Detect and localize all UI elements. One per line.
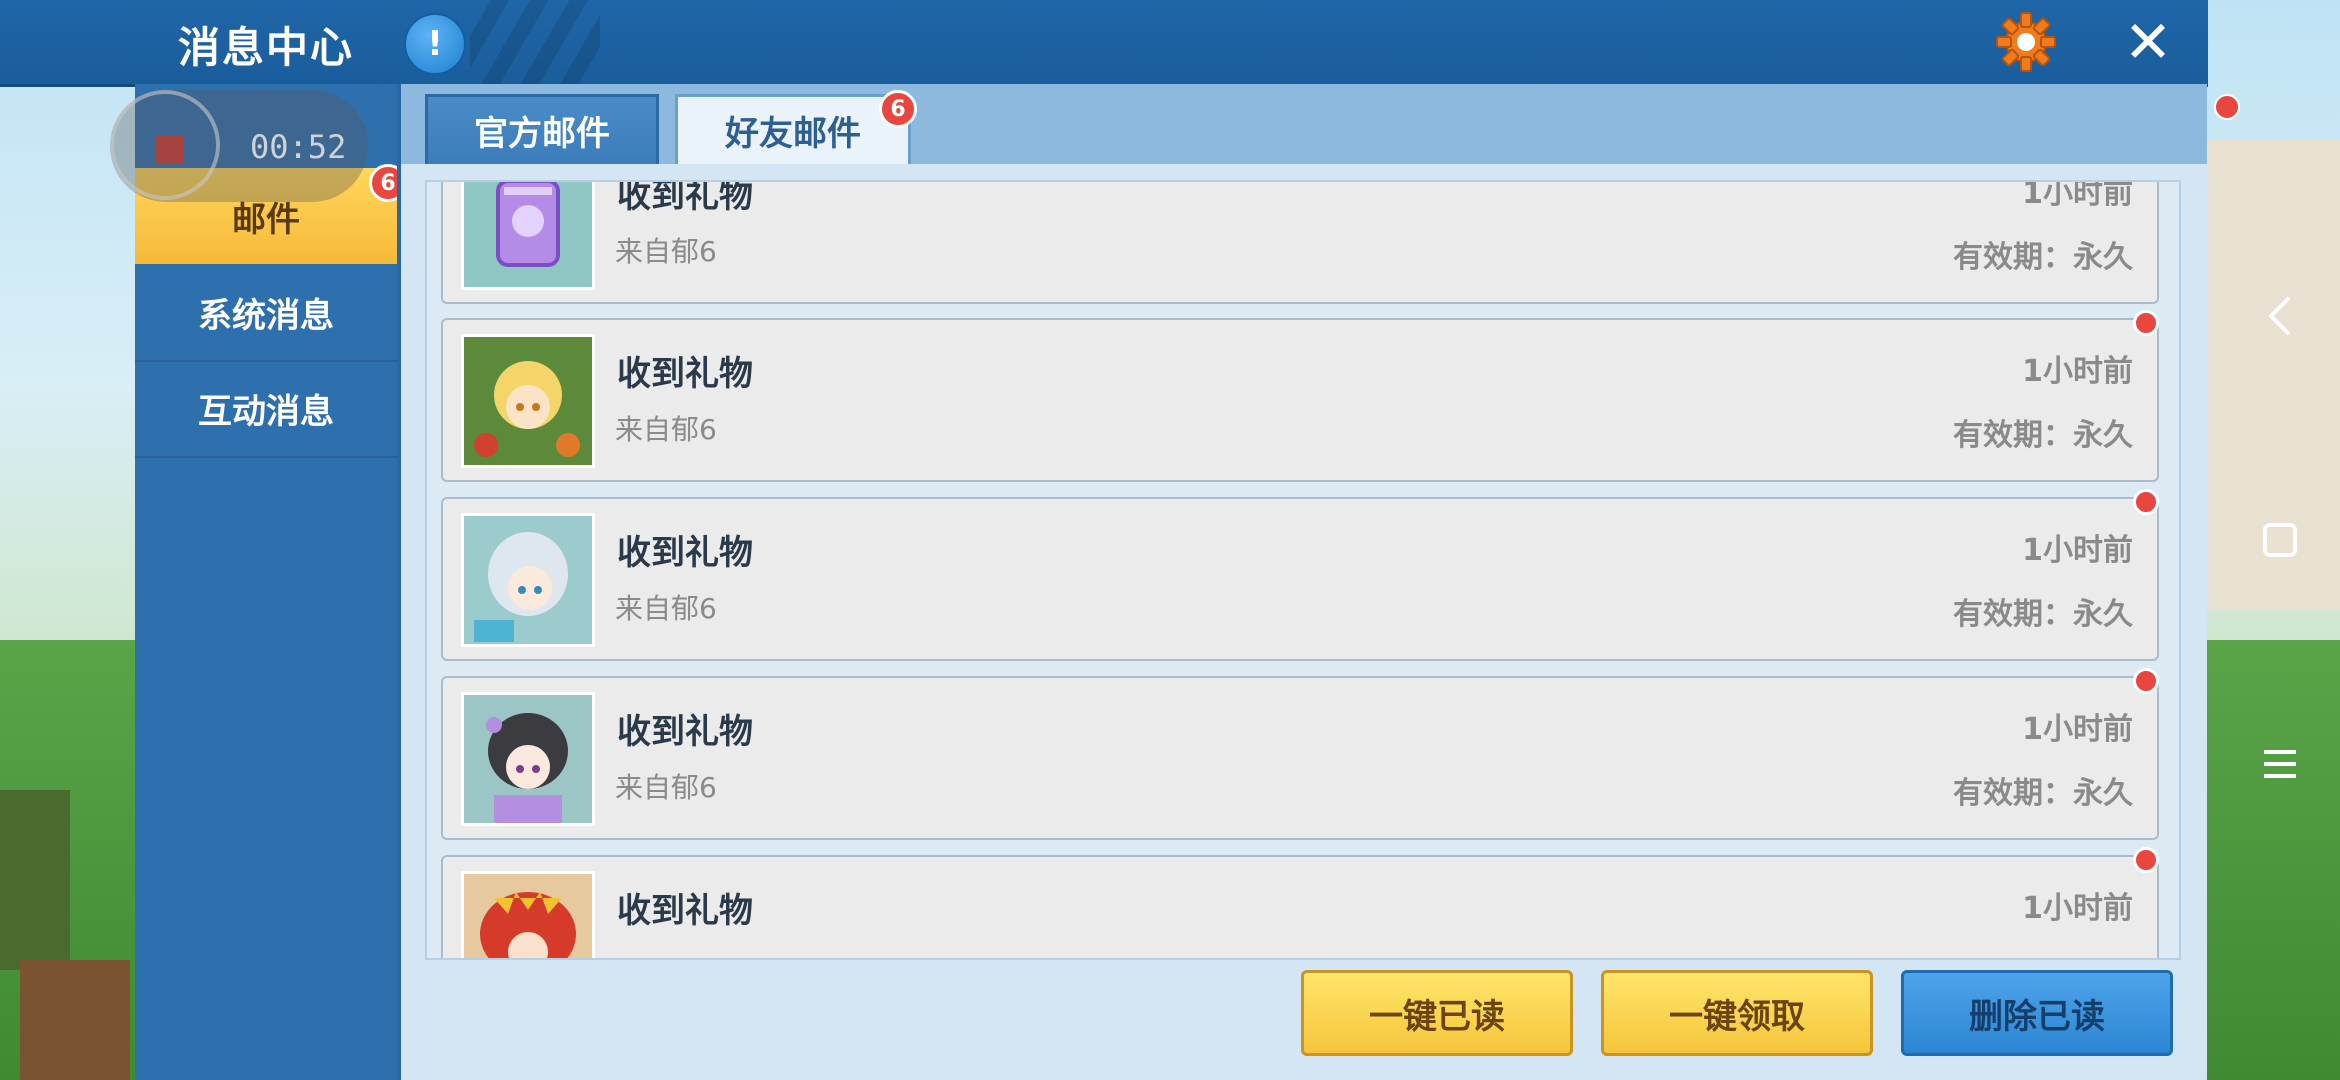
tab-label: 好友邮件 [725,114,861,154]
chevron-left-icon[interactable] [2220,256,2340,376]
mail-title: 收到礼物 [617,891,753,931]
mail-title: 收到礼物 [617,180,753,216]
mail-title: 收到礼物 [617,712,753,752]
tab-friend-mail[interactable]: 好友邮件 [675,94,911,164]
info-icon[interactable]: ! [404,13,466,75]
header-bar: 消息中心 ! ✕ [0,0,2208,87]
gear-icon[interactable] [1994,10,2058,74]
unread-dot [2133,847,2159,873]
sidebar-item-system-messages[interactable]: 系统消息 [135,264,397,362]
tab-bar: 官方邮件 好友邮件 6 [401,84,2207,164]
mail-item[interactable]: 收到礼物 来自郁6 1小时前 有效期：永久 [441,310,2159,482]
unread-dot [2133,668,2159,694]
mail-sender: 来自郁6 [615,235,717,268]
mail-time: 1小时前 [2022,891,2133,926]
screen-recorder-overlay[interactable]: 00:52 [110,90,368,202]
tab-official-mail[interactable]: 官方邮件 [425,94,659,164]
mail-title: 收到礼物 [617,354,753,394]
mail-item[interactable]: 收到礼物 1小时前 [441,847,2159,958]
square-icon[interactable] [2220,480,2340,600]
sidebar-item-label: 互动消息 [198,391,334,432]
sidebar: 邮件 6 系统消息 互动消息 [135,84,407,1080]
page-title: 消息中心 [178,23,355,72]
mail-sender: 来自郁6 [615,771,717,804]
mail-list[interactable]: 收到礼物 来自郁6 1小时前 有效期：永久 收到礼物 来自郁6 1小时前 有效期… [425,180,2181,960]
mail-expiry: 有效期：永久 [1953,597,2133,632]
mail-expiry: 有效期：永久 [1953,776,2133,811]
content-panel: 官方邮件 好友邮件 6 收到礼物 来自郁6 1小时前 有效期：永久 收到礼物 来… [397,84,2207,1080]
avatar [461,334,595,468]
mail-item[interactable]: 收到礼物 来自郁6 1小时前 有效期：永久 [441,180,2159,304]
avatar [461,692,595,826]
close-icon[interactable]: ✕ [2118,12,2178,72]
stop-icon [155,135,183,163]
mail-expiry: 有效期：永久 [1953,418,2133,453]
friend-mail-badge: 6 [879,90,917,128]
mail-title: 收到礼物 [617,533,753,573]
mail-sender: 来自郁6 [615,592,717,625]
tree-block [0,790,70,970]
mail-item[interactable]: 收到礼物 来自郁6 1小时前 有效期：永久 [441,489,2159,661]
unread-dot [2133,310,2159,336]
mail-time: 1小时前 [2022,533,2133,568]
record-button[interactable] [110,90,220,200]
mail-expiry: 有效期：永久 [1953,240,2133,275]
mail-time: 1小时前 [2022,180,2133,211]
claim-all-button[interactable]: 一键领取 [1601,970,1873,1056]
delete-read-button[interactable]: 删除已读 [1901,970,2173,1056]
mail-sender: 来自郁6 [615,413,717,446]
header-decoration [470,0,600,84]
sidebar-item-label: 系统消息 [198,295,334,336]
unread-dot [2133,489,2159,515]
record-timer: 00:52 [250,128,347,166]
wood-block [20,960,130,1080]
mail-item[interactable]: 收到礼物 来自郁6 1小时前 有效期：永久 [441,668,2159,840]
avatar [461,871,595,958]
mail-time: 1小时前 [2022,712,2133,747]
mark-all-read-button[interactable]: 一键已读 [1301,970,1573,1056]
mail-time: 1小时前 [2022,354,2133,389]
menu-icon[interactable] [2220,704,2340,824]
gift-thumbnail [461,182,595,290]
sidebar-item-interaction-messages[interactable]: 互动消息 [135,360,397,458]
avatar [461,513,595,647]
system-nav-bar [2220,0,2340,1080]
